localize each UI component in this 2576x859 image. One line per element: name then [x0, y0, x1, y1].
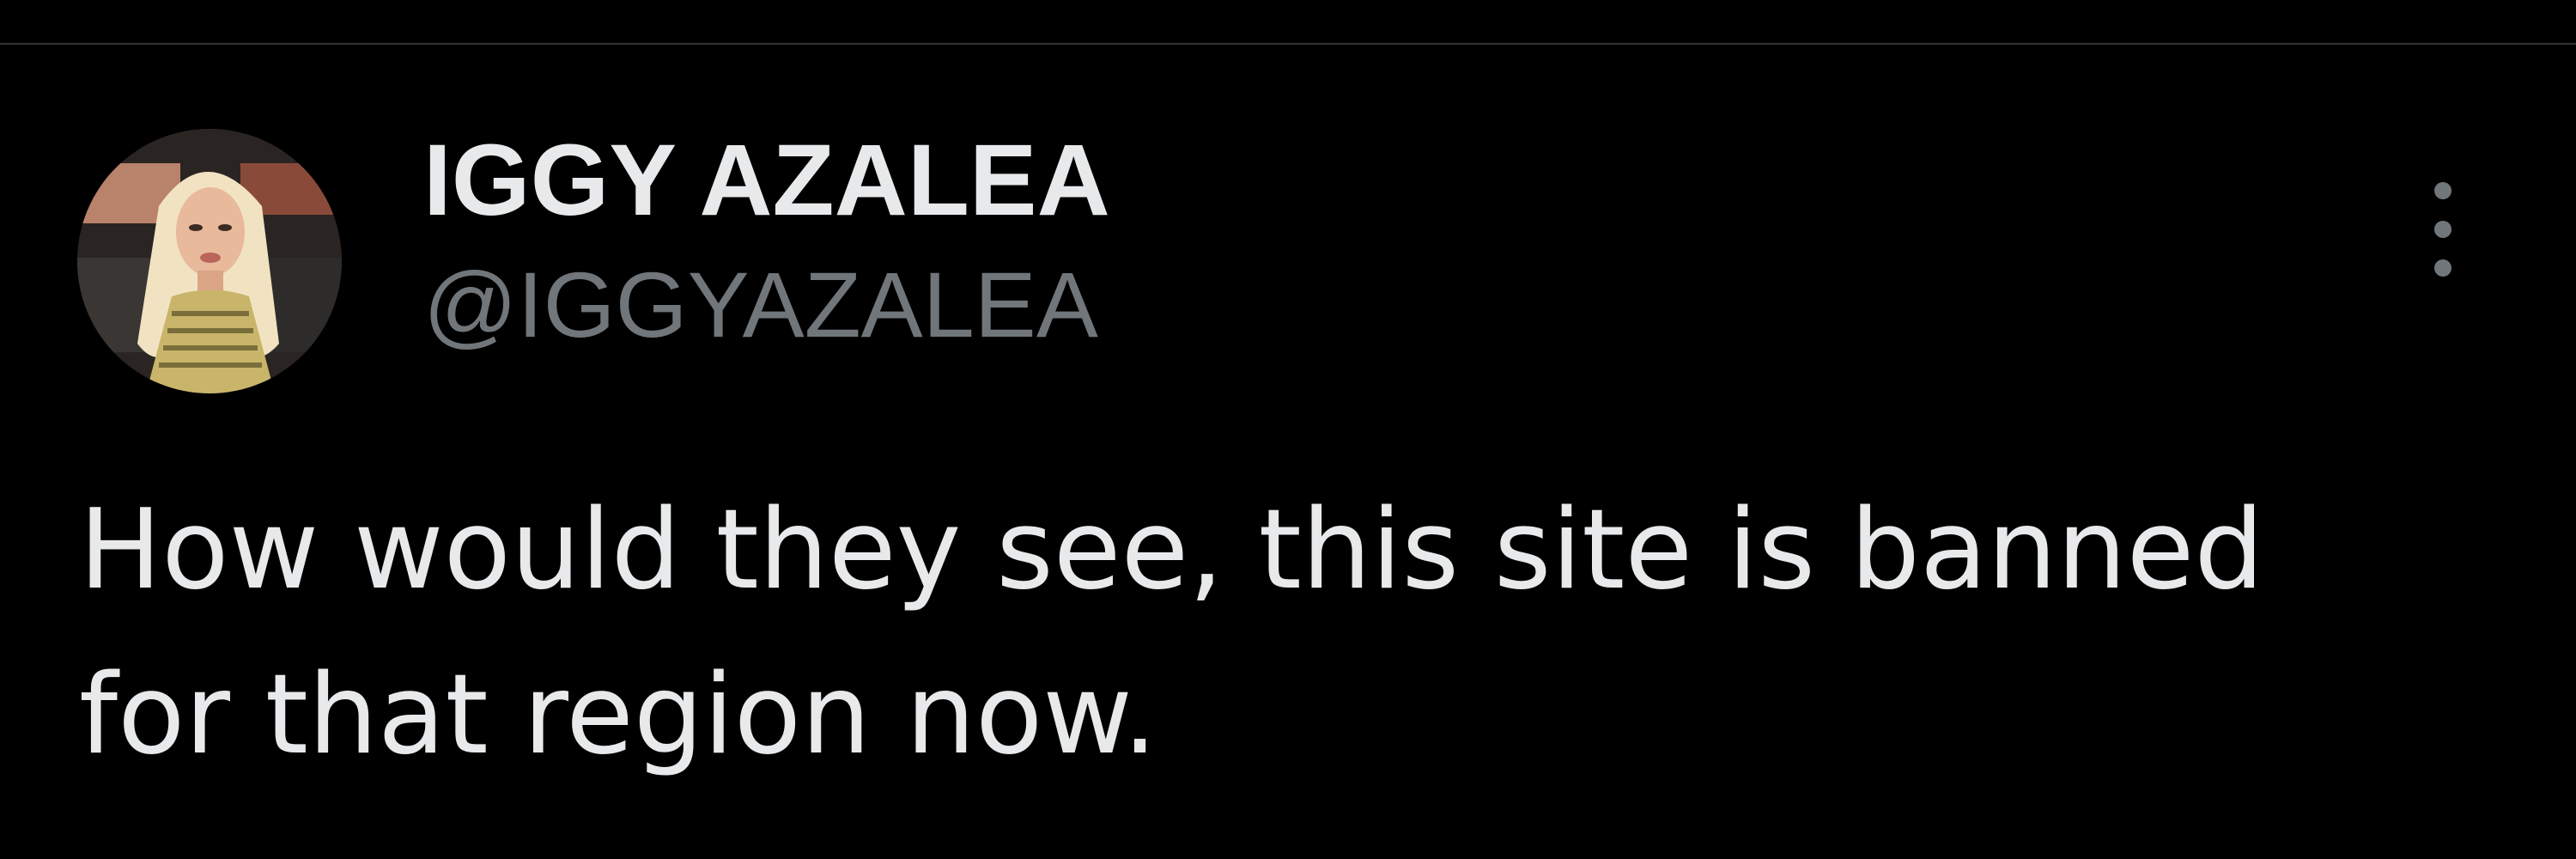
more-vertical-icon-dot — [2434, 259, 2451, 277]
author-display-name[interactable]: IGGY AZALEA — [423, 120, 1110, 241]
avatar[interactable] — [77, 129, 342, 393]
more-vertical-icon-dot — [2434, 221, 2451, 238]
tweet-text: How would they see, this site is banned … — [79, 468, 2535, 798]
author-handle[interactable]: @IGGYAZALEA — [423, 249, 1098, 361]
top-divider — [0, 43, 2576, 45]
tweet-text-line: for that region now. — [79, 651, 1157, 779]
more-vertical-icon — [2434, 182, 2451, 199]
avatar-photo — [77, 129, 342, 393]
more-options-button[interactable] — [2413, 182, 2473, 277]
tweet-text-line: How would they see, this site is banned — [79, 486, 2264, 614]
tweet-card: IGGY AZALEA @IGGYAZALEA How would they s… — [0, 0, 2576, 859]
